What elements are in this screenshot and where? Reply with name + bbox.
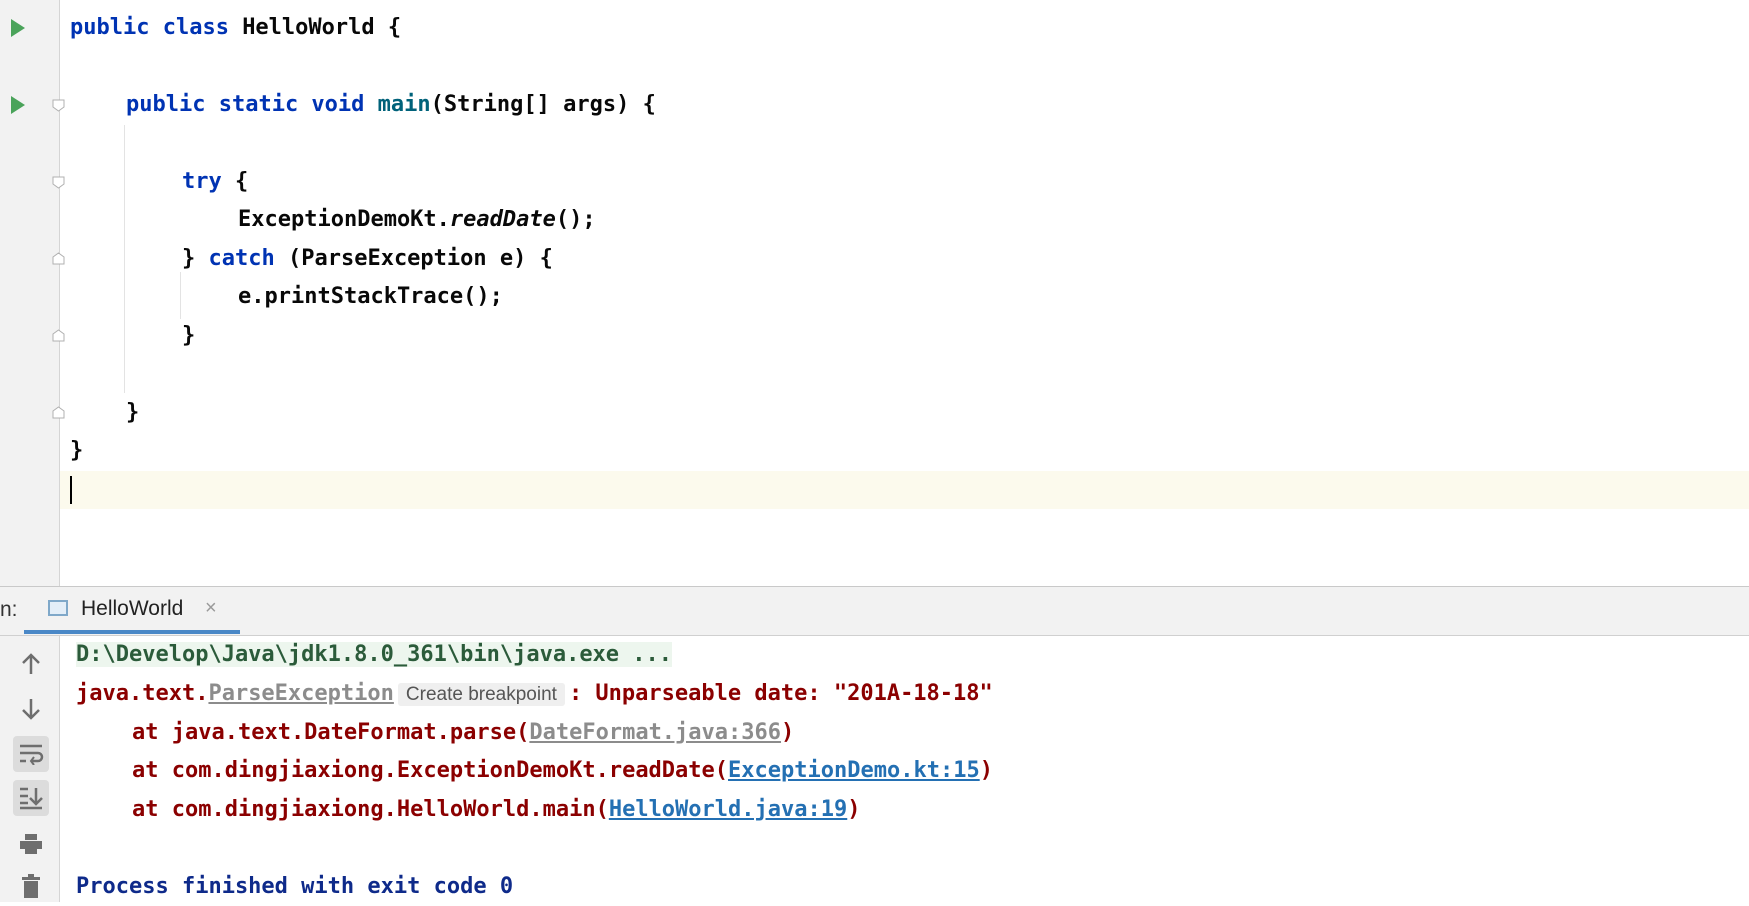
trash-icon[interactable]	[13, 868, 49, 904]
source-link[interactable]: ExceptionDemo.kt:15	[728, 758, 980, 783]
code-line: }	[70, 432, 83, 470]
console-line: Process finished with exit code 0	[76, 868, 513, 906]
code-line: }	[182, 317, 195, 355]
run-tool-window: n: HelloWorld × D:\Develop\Java\jdk1.8.0…	[0, 586, 1749, 902]
stack-frame-text: )	[847, 797, 861, 822]
soft-wrap-icon[interactable]	[13, 736, 49, 772]
code-line: public class HelloWorld {	[70, 9, 401, 47]
code-text: }	[182, 323, 196, 348]
stack-frame-text: at java.text.DateFormat.parse(	[132, 720, 530, 745]
code-text: {	[221, 169, 249, 194]
stack-frame: at com.dingjiaxiong.HelloWorld.main(Hell…	[132, 791, 861, 829]
active-tab-indicator	[24, 630, 240, 634]
exception-package: java.text.	[76, 681, 209, 706]
run-triangle-icon[interactable]	[11, 19, 25, 37]
code-editor[interactable]: public class HelloWorld { public static …	[0, 0, 1749, 586]
stack-frame-text: at com.dingjiaxiong.ExceptionDemoKt.read…	[132, 758, 729, 783]
create-breakpoint-chip[interactable]: Create breakpoint	[397, 683, 565, 706]
print-icon[interactable]	[13, 826, 49, 862]
source-link[interactable]: DateFormat.java:366	[529, 720, 781, 745]
code-text: }	[70, 438, 84, 463]
arrow-up-icon[interactable]	[13, 646, 49, 682]
code-text: }	[126, 400, 140, 425]
stack-frame-text: )	[979, 758, 993, 783]
fold-marker-icon[interactable]	[52, 99, 65, 112]
class-name: HelloWorld	[242, 15, 375, 40]
source-link[interactable]: HelloWorld.java:19	[609, 797, 847, 822]
run-tab-bar: n: HelloWorld ×	[0, 587, 1749, 636]
keyword: public static void	[126, 92, 378, 117]
console-icon	[48, 600, 68, 616]
indent-guide	[124, 125, 125, 393]
editor-gutter	[0, 0, 60, 586]
keyword: public class	[70, 15, 243, 40]
code-line: } catch (ParseException e) {	[182, 240, 553, 278]
scroll-to-end-icon[interactable]	[13, 780, 49, 816]
code-line: ExceptionDemoKt.readDate();	[238, 201, 596, 239]
code-text: {	[374, 15, 402, 40]
code-text: (String[] args) {	[430, 92, 656, 117]
exception-class-link[interactable]: ParseException	[208, 681, 393, 706]
code-text: }	[182, 246, 209, 271]
keyword: catch	[208, 246, 275, 271]
text-caret	[70, 476, 72, 504]
indent-guide	[180, 272, 181, 319]
code-text: (ParseException e) {	[274, 246, 553, 271]
fold-marker-icon[interactable]	[52, 176, 65, 189]
console-line: D:\Develop\Java\jdk1.8.0_361\bin\java.ex…	[76, 636, 673, 674]
exception-message: : Unparseable date: "201A-18-18"	[568, 681, 993, 706]
code-line: public static void main(String[] args) {	[126, 86, 656, 124]
code-line: try {	[182, 163, 248, 201]
stack-frame: at java.text.DateFormat.parse(DateFormat…	[132, 714, 794, 752]
stack-frame-text: at com.dingjiaxiong.HelloWorld.main(	[132, 797, 609, 822]
stack-frame: at com.dingjiaxiong.ExceptionDemoKt.read…	[132, 752, 993, 790]
keyword: try	[182, 169, 222, 194]
run-triangle-icon[interactable]	[11, 96, 25, 114]
arrow-down-icon[interactable]	[13, 691, 49, 727]
code-text: ();	[555, 207, 596, 232]
method-name: main	[377, 92, 431, 117]
close-icon[interactable]: ×	[205, 597, 217, 620]
run-command: D:\Develop\Java\jdk1.8.0_361\bin\java.ex…	[76, 642, 673, 667]
code-text: e.printStackTrace();	[238, 284, 503, 309]
console-toolbar	[0, 636, 60, 902]
process-finished-message: Process finished with exit code 0	[76, 874, 514, 899]
code-line: }	[126, 394, 139, 432]
panel-title: n:	[0, 598, 18, 621]
fold-marker-icon[interactable]	[52, 406, 65, 419]
tab-helloworld[interactable]: HelloWorld ×	[24, 587, 222, 633]
stack-frame-text: )	[781, 720, 795, 745]
current-line-highlight	[0, 471, 1749, 509]
fold-marker-icon[interactable]	[52, 252, 65, 265]
code-line: e.printStackTrace();	[238, 278, 503, 316]
tab-label: HelloWorld	[81, 597, 184, 620]
fold-marker-icon[interactable]	[52, 329, 65, 342]
method-call: readDate	[449, 207, 556, 232]
code-text: ExceptionDemoKt.	[238, 207, 450, 232]
console-line: java.text.ParseException Create breakpoin…	[76, 675, 993, 713]
